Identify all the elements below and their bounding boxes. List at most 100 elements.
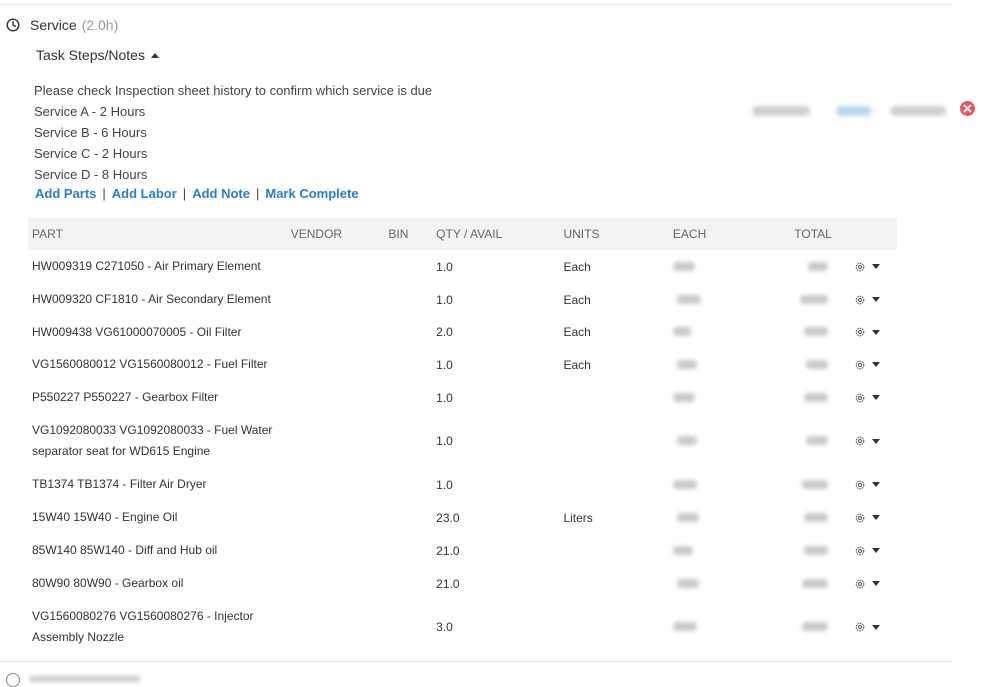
bottom-divider <box>0 661 952 662</box>
row-actions <box>854 381 897 414</box>
part-name[interactable]: VG1092080033 VG1092080033 - Fuel Water s… <box>32 420 291 462</box>
gear-icon[interactable] <box>854 578 866 590</box>
gear-icon[interactable] <box>854 392 866 404</box>
part-name[interactable]: 85W140 85W140 - Diff and Hub oil <box>32 540 291 561</box>
part-name[interactable]: VG1560080276 VG1560080276 - Injector Ass… <box>32 606 291 648</box>
chevron-down-icon[interactable] <box>872 438 881 444</box>
part-cell: 85W140 85W140 - Diff and Hub oil <box>28 534 291 567</box>
each-cell <box>673 414 794 468</box>
each-cell <box>673 348 794 381</box>
qty-cell: 1.0 <box>436 259 453 274</box>
column-header-units[interactable]: UNITS <box>563 218 672 250</box>
total-cell <box>794 283 854 316</box>
note-line: Please check Inspection sheet history to… <box>34 83 433 98</box>
chevron-down-icon[interactable] <box>872 395 881 400</box>
chevron-down-icon[interactable] <box>872 548 881 553</box>
bin-cell <box>388 534 436 567</box>
each-cell <box>672 316 794 348</box>
part-name[interactable]: P550227 P550227 - Gearbox Filter <box>32 387 291 408</box>
qty-cell: 1.0 <box>436 357 453 372</box>
column-header-each[interactable]: EACH <box>673 218 794 250</box>
add-parts-link[interactable]: Add Parts <box>35 186 96 201</box>
total-cell <box>794 381 854 414</box>
each-value <box>676 578 699 588</box>
part-cell: 15W40 15W40 - Engine Oil <box>28 501 291 534</box>
mark-complete-link[interactable]: Mark Complete <box>265 186 358 201</box>
row-actions <box>854 414 897 468</box>
column-header-actions <box>854 218 897 250</box>
units-cell <box>563 414 672 468</box>
chevron-down-icon[interactable] <box>872 515 881 520</box>
gear-icon[interactable] <box>854 435 866 447</box>
table-header-row: PART VENDOR BIN QTY / AVAIL UNITS EACH T… <box>28 218 897 250</box>
bin-cell <box>388 501 436 534</box>
bin-cell <box>388 316 436 348</box>
close-icon[interactable] <box>960 101 975 116</box>
gear-icon[interactable] <box>854 261 866 273</box>
part-name[interactable]: 15W40 15W40 - Engine Oil <box>32 507 291 528</box>
chevron-down-icon[interactable] <box>872 482 881 487</box>
gear-icon[interactable] <box>854 545 866 557</box>
column-header-bin[interactable]: BIN <box>388 218 436 250</box>
vendor-cell <box>291 348 389 381</box>
total-value <box>802 578 829 588</box>
bin-cell <box>388 600 436 654</box>
part-cell: HW009319 C271050 - Air Primary Element <box>28 250 291 283</box>
row-actions <box>854 468 897 501</box>
row-actions <box>854 534 897 567</box>
column-header-total[interactable]: TOTAL <box>794 218 854 250</box>
note-line: Service B - 6 Hours <box>34 125 147 140</box>
note-line: Service D - 8 Hours <box>34 167 148 182</box>
total-cell <box>794 600 854 654</box>
chevron-down-icon[interactable] <box>872 329 881 335</box>
total-value <box>806 359 829 369</box>
note-line: Service A - 2 Hours <box>34 104 146 119</box>
column-header-vendor[interactable]: VENDOR <box>291 218 389 250</box>
each-value <box>676 436 697 445</box>
part-cell: VG1560080012 VG1560080012 - Fuel Filter <box>28 348 291 381</box>
part-name[interactable]: VG1560080012 VG1560080012 - Fuel Filter <box>32 354 291 375</box>
each-value <box>672 261 695 271</box>
bin-cell <box>388 414 436 468</box>
task-steps-toggle[interactable]: Task Steps/Notes <box>36 47 159 63</box>
gear-icon[interactable] <box>854 479 866 491</box>
note-line: Service C - 2 Hours <box>34 146 148 161</box>
total-cell <box>794 501 854 534</box>
part-name[interactable]: HW009319 C271050 - Air Primary Element <box>32 256 291 277</box>
total-cell <box>794 316 854 348</box>
add-note-link[interactable]: Add Note <box>192 186 250 201</box>
gear-icon[interactable] <box>854 326 866 338</box>
part-name[interactable]: TB1374 TB1374 - Filter Air Dryer <box>32 474 291 495</box>
gear-icon[interactable] <box>854 621 866 633</box>
each-cell <box>672 468 794 501</box>
task-notes: Please check Inspection sheet history to… <box>34 80 432 185</box>
part-name[interactable]: HW009438 VG61000070005 - Oil Filter <box>32 322 291 343</box>
chevron-down-icon[interactable] <box>872 624 881 630</box>
gear-icon[interactable] <box>854 294 866 306</box>
each-value <box>672 545 693 555</box>
chevron-down-icon[interactable] <box>872 264 881 269</box>
vendor-cell <box>291 600 389 654</box>
units-cell <box>563 381 672 414</box>
gear-icon[interactable] <box>854 359 866 371</box>
total-value <box>804 545 829 555</box>
vendor-cell <box>291 414 389 468</box>
column-header-qty[interactable]: QTY / AVAIL <box>436 218 563 250</box>
gear-icon[interactable] <box>854 512 866 524</box>
chevron-down-icon[interactable] <box>872 362 881 367</box>
part-name[interactable]: 80W90 80W90 - Gearbox oil <box>32 573 291 594</box>
bin-cell <box>388 381 436 414</box>
table-row: 15W40 15W40 - Engine Oil 23.0 Liters <box>28 501 897 534</box>
clock-icon <box>6 673 20 687</box>
table-row: 85W140 85W140 - Diff and Hub oil 21.0 <box>28 534 897 567</box>
chevron-down-icon[interactable] <box>872 297 881 302</box>
part-cell: VG1560080276 VG1560080276 - Injector Ass… <box>28 600 291 654</box>
each-cell <box>673 567 794 600</box>
part-name[interactable]: HW009320 CF1810 - Air Secondary Element <box>32 289 291 310</box>
service-header[interactable]: Service (2.0h) <box>6 17 118 33</box>
chevron-down-icon[interactable] <box>872 581 881 586</box>
each-cell <box>672 250 794 283</box>
vendor-cell <box>291 468 389 501</box>
add-labor-link[interactable]: Add Labor <box>112 186 177 201</box>
column-header-part[interactable]: PART <box>28 218 291 250</box>
